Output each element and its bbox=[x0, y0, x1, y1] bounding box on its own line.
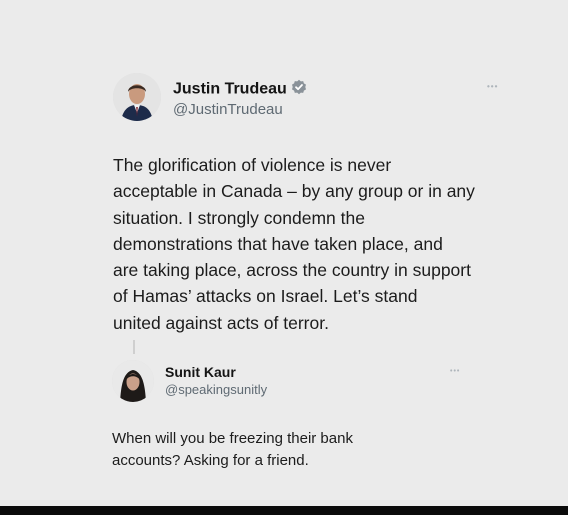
sunit-kaur-avatar[interactable] bbox=[112, 360, 154, 402]
reply-author-handle[interactable]: @speakingsunitly bbox=[165, 382, 267, 397]
reply-author-name[interactable]: Sunit Kaur bbox=[165, 364, 236, 380]
main-author-handle[interactable]: @JustinTrudeau bbox=[173, 101, 283, 118]
bottom-border bbox=[0, 506, 568, 515]
main-author-name[interactable]: Justin Trudeau bbox=[173, 79, 307, 100]
main-author-name-text: Justin Trudeau bbox=[173, 80, 287, 98]
verified-badge-icon bbox=[291, 79, 307, 100]
thread-connector bbox=[133, 340, 135, 354]
reply-tweet-text: When will you be freezing their bank acc… bbox=[112, 430, 353, 469]
main-tweet-text: The glorification of violence is never a… bbox=[113, 155, 475, 333]
reply-more-options-icon[interactable]: ••• bbox=[450, 368, 460, 375]
trudeau-avatar[interactable] bbox=[113, 73, 161, 121]
more-options-icon[interactable]: ••• bbox=[487, 82, 498, 91]
